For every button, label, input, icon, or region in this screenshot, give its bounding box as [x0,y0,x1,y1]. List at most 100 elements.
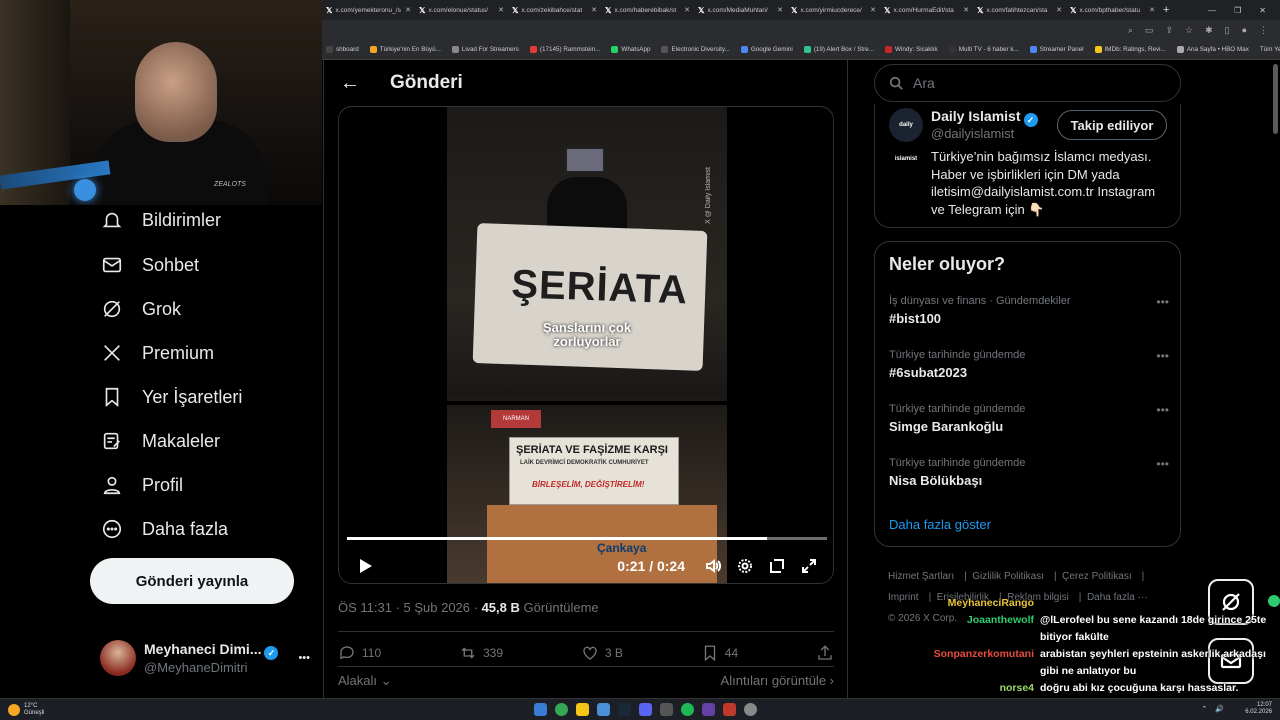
play-icon[interactable] [349,558,381,574]
footer-link[interactable]: Hizmet Şartları [888,571,954,582]
browser-tab[interactable]: 𝕏x.com/haberebibak/st ✕ [601,0,694,20]
back-arrow-icon[interactable]: ← [340,72,360,95]
scrollbar[interactable] [1273,64,1278,134]
bookmark-item[interactable]: IMDb: Ratings, Revi... [1094,46,1166,53]
more-icon[interactable]: ••• [1156,457,1169,471]
more-icon[interactable]: ••• [1156,403,1169,417]
chat-username: Sonpanzerkomutani [933,648,1034,660]
bookmark-item[interactable]: shboard [326,46,359,53]
trend-item[interactable]: Türkiye tarihinde gündemde Simge Barankoğ… [889,403,1169,434]
footer-link[interactable]: Imprint [888,592,919,603]
bookmark-item[interactable]: WhatsApp [611,46,650,53]
share-icon [818,645,832,660]
system-tray[interactable]: ⌃ 🔊 [1201,705,1224,713]
bookmark-item[interactable]: Livad For Streamers [451,46,519,53]
app-icon[interactable] [723,703,736,716]
sidebar-item-bookmarks[interactable]: Yer İşaretleri [100,385,242,409]
new-tab-button[interactable]: + [1163,4,1169,16]
bell-icon [100,208,124,232]
sidebar-item-articles[interactable]: Makaleler [100,429,220,453]
browser-tab[interactable]: 𝕏x.com/elonue/status/✕ [415,0,508,20]
weather-widget[interactable]: 12°C Güneşli [0,703,44,717]
folder-icon[interactable] [576,703,589,716]
trend-item[interactable]: İş dünyası ve finans · Gündemdekiler #bis… [889,295,1169,326]
chat-username: Joaanthewolf [966,614,1034,626]
app-icon[interactable] [702,703,715,716]
browser-tab[interactable]: 𝕏x.com/HurmaEdit/sta ✕ [880,0,973,20]
page-title: Gönderi [390,72,463,93]
share-icon[interactable]: ⇪ [1165,25,1173,36]
bookmark-button[interactable]: 44 [701,644,738,662]
app-icon[interactable] [660,703,673,716]
more-icon[interactable]: ••• [1156,295,1169,309]
clock[interactable]: 12:07 6.02.2026 [1245,702,1272,716]
picture-in-picture-icon[interactable] [761,558,793,574]
account-more-icon[interactable]: ••• [298,652,310,664]
video-player[interactable]: ŞERİATA NARMAN ŞERİATA VE FAŞİZME KARŞI … [338,106,834,584]
bookmark-item[interactable]: Windy: Sicaklık [885,46,938,53]
sidepanel-icon[interactable]: ▯ [1225,25,1230,36]
reply-button[interactable]: 110 [338,644,381,662]
profile-name[interactable]: Daily Islamist ✓ [931,108,1038,127]
bookmark-item[interactable]: Google Gemini [740,46,793,53]
sidebar-item-profile[interactable]: Profil [100,473,183,497]
trend-item[interactable]: Türkiye tarihinde gündemde Nisa Bölükbaşı… [889,457,1169,488]
browser-tab[interactable]: 𝕏x.com/yemekteronu_/s ✕ [322,0,415,20]
trend-item[interactable]: Türkiye tarihinde gündemde #6subat2023 ••• [889,349,1169,380]
fullscreen-icon[interactable] [793,558,825,574]
sidebar-item-chat[interactable]: Sohbet [100,253,199,277]
settings-gear-icon[interactable] [729,558,761,574]
discord-icon[interactable] [639,703,652,716]
bookmark-item[interactable]: Türkiye'nin En Büyü... [369,46,441,53]
footer-link[interactable]: Gizlilik Politikası [972,571,1044,582]
start-icon[interactable] [534,703,547,716]
post-button[interactable]: Gönderi yayınla [90,558,294,604]
video-progress-bar[interactable] [347,537,827,540]
more-icon[interactable]: ••• [1156,349,1169,363]
profile-icon[interactable]: ● [1242,25,1247,35]
bookmark-item[interactable]: (19) Alert Box / Stre... [803,46,874,53]
browser-tab[interactable]: 𝕏x.com/fatihtezcan/sta ✕ [973,0,1066,20]
search-input[interactable]: Ara [874,64,1181,102]
like-button[interactable]: 3 B [581,644,623,662]
menu-icon[interactable]: ⋮ [1259,25,1268,36]
spotify-icon[interactable] [681,703,694,716]
app-icon[interactable] [597,703,610,716]
relevance-dropdown[interactable]: Alakalı ⌄ [338,673,392,689]
maximize-button[interactable]: ❐ [1234,6,1241,15]
obs-icon[interactable] [744,703,757,716]
bookmark-item[interactable]: Streamer Panel [1029,46,1084,53]
avatar[interactable]: daily islamist [889,108,923,162]
show-more-link[interactable]: Daha fazla göster [889,517,991,532]
steam-icon[interactable] [618,703,631,716]
repost-button[interactable]: 339 [459,644,503,662]
account-switcher[interactable]: Meyhaneci Dimi... ✓ @MeyhaneDimitri ••• [100,636,310,680]
browser-tab[interactable]: 𝕏x.com/MediaMuhtari/✕ [694,0,787,20]
minimize-button[interactable]: — [1208,6,1216,15]
view-quotes-link[interactable]: Alıntıları görüntüle › [721,673,834,689]
windows-taskbar: 12°C Güneşli ⌃ 🔊 12:07 6.02.2026 [0,698,1280,720]
zoom-icon[interactable]: ⌕ [1128,25,1133,36]
browser-tab[interactable]: 𝕏x.com/bpthaber/statu ✕ [1066,0,1159,20]
footer-link[interactable]: Çerez Politikası [1062,571,1131,582]
bookmark-item[interactable]: Ana Sayfa • HBO Max [1176,46,1249,53]
volume-icon[interactable] [697,558,729,574]
cast-icon[interactable]: ▭ [1145,25,1154,36]
extensions-icon[interactable]: ✱ [1205,25,1213,36]
following-button[interactable]: Takip ediliyor [1057,110,1167,140]
all-bookmarks-button[interactable]: Tüm Yer İşaretleri [1260,46,1280,53]
bookmark-item[interactable]: Multi TV - 6 haber k... [948,46,1019,53]
bookmark-item[interactable]: (17145) Rammstein... [529,46,600,53]
chrome-icon[interactable] [555,703,568,716]
star-icon[interactable]: ☆ [1185,25,1193,36]
sidebar-item-notifications[interactable]: Bildirimler [100,208,221,232]
share-button[interactable] [816,644,834,662]
sidebar-item-premium[interactable]: Premium [100,341,214,365]
bookmark-favicon-icon [948,46,956,53]
sidebar-item-more[interactable]: Daha fazla [100,517,228,541]
browser-tab[interactable]: 𝕏x.com/zekibahce/stat ✕ [508,0,601,20]
bookmark-item[interactable]: Electronic Diversity... [661,46,730,53]
close-window-button[interactable]: ✕ [1259,6,1266,15]
sidebar-item-grok[interactable]: Grok [100,297,181,321]
browser-tab[interactable]: 𝕏x.com/yirmiucderece/✕ [787,0,880,20]
